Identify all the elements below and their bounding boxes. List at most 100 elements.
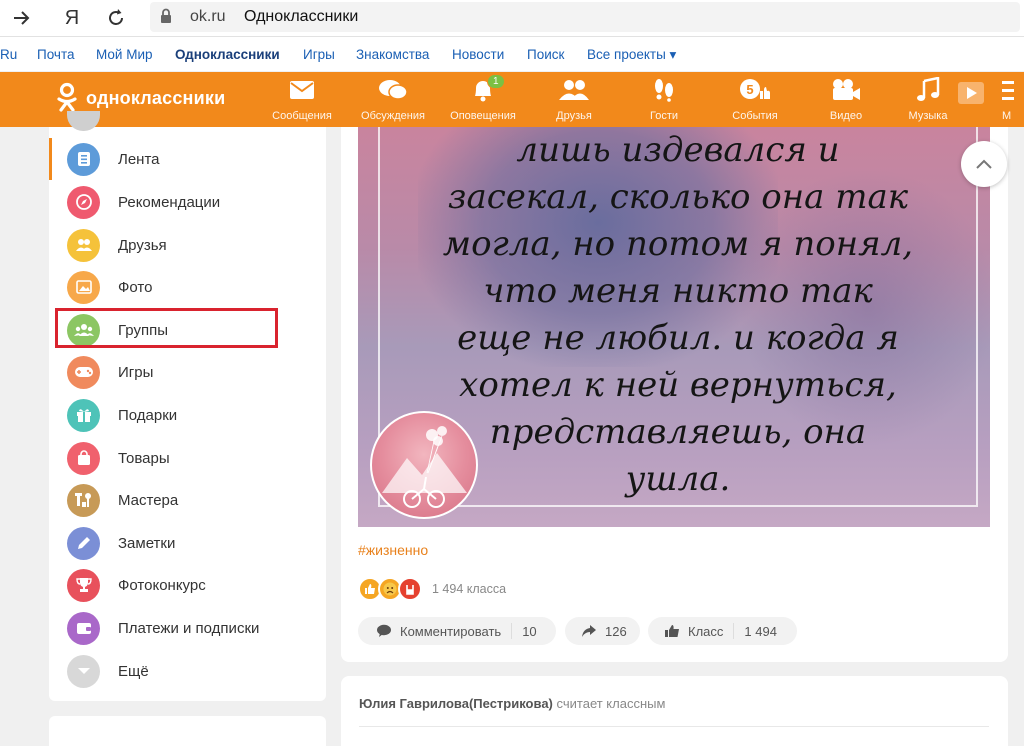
sidebar-item-friends[interactable]: Друзья — [49, 224, 326, 266]
sidebar-item-label: Рекомендации — [118, 193, 221, 211]
left-sidebar: Лента Рекомендации Друзья Фото Группы Иг… — [49, 111, 329, 701]
ok-logo-icon — [57, 82, 77, 112]
post-text-line: что меня никто так — [483, 271, 873, 311]
project-link-search[interactable]: Поиск — [527, 47, 564, 62]
comment-button[interactable]: Комментировать 10 — [358, 617, 556, 645]
sidebar-item-masters[interactable]: Мастера — [49, 479, 326, 521]
nav-more-label: М — [1002, 110, 1012, 122]
next-post-card: Юлия Гаврилова(Пестрикова) считает класс… — [341, 676, 1008, 746]
url-domain: ok.ru — [190, 8, 226, 25]
address-bar[interactable]: ok.ru Одноклассники — [150, 2, 1020, 32]
post-text-line: представляешь, она — [489, 412, 867, 452]
gift-icon — [67, 398, 100, 432]
sidebar-item-goods[interactable]: Товары — [49, 437, 326, 479]
envelope-icon — [290, 81, 314, 99]
rock-reaction-icon — [398, 577, 422, 601]
sidebar-item-gifts[interactable]: Подарки — [49, 394, 326, 436]
groups-highlight-frame — [55, 308, 278, 348]
photo-icon — [67, 270, 100, 304]
share-button[interactable]: 126 — [565, 617, 640, 645]
nav-music[interactable]: Музыка — [888, 76, 984, 122]
sidebar-item-recommendations[interactable]: Рекомендации — [49, 181, 326, 223]
share-count: 126 — [605, 623, 627, 639]
project-link-ru[interactable]: Ru — [0, 47, 17, 62]
post-image[interactable]: лишь издевался и засекал, сколько она та… — [358, 127, 990, 527]
nav-friends-label: Друзья — [556, 110, 592, 122]
footprints-icon — [655, 79, 673, 102]
ok-header: одноклассники Сообщения Обсуждения 1 Опо… — [0, 72, 1024, 127]
post-text-line: могла, но потом я понял, — [442, 224, 914, 264]
group-avatar[interactable] — [370, 411, 478, 519]
cyclist-balloons-icon — [382, 426, 467, 508]
post-text-line: засекал, сколько она так — [447, 177, 909, 217]
project-link-all-projects[interactable]: Все проекты ▾ — [587, 47, 676, 63]
play-icon — [958, 82, 984, 104]
sidebar-item-label: Друзья — [118, 236, 167, 254]
post-hashtag[interactable]: #жизненно — [358, 542, 428, 558]
project-link-news[interactable]: Новости — [452, 47, 504, 62]
nav-messages-label: Сообщения — [272, 110, 332, 122]
project-link-dating[interactable]: Знакомства — [356, 47, 429, 62]
nav-discussions[interactable]: Обсуждения — [353, 76, 433, 122]
sidebar-item-more[interactable]: Ещё — [49, 650, 326, 692]
video-camera-icon — [833, 79, 860, 100]
nav-friends[interactable]: Друзья — [534, 76, 614, 122]
nav-notifications-label: Оповещения — [450, 110, 516, 122]
author-action: считает классным — [556, 696, 666, 711]
divider — [359, 726, 989, 727]
sidebar-item-label: Фото — [118, 278, 153, 296]
scroll-to-top-button[interactable] — [961, 141, 1007, 187]
nav-discussions-label: Обсуждения — [361, 110, 425, 122]
project-link-mail[interactable]: Почта — [37, 47, 75, 62]
nav-events[interactable]: 5 События — [715, 76, 795, 122]
comment-count: 10 — [522, 623, 537, 639]
more-icon — [1002, 81, 1014, 100]
class-count-text: 1 494 класса — [432, 582, 507, 596]
sidebar-item-photo[interactable]: Фото — [49, 266, 326, 308]
nav-video[interactable]: Видео — [806, 76, 886, 122]
reactions-summary[interactable]: 1 494 класса — [358, 577, 506, 601]
comment-bubble-icon — [377, 624, 391, 637]
svg-text:5: 5 — [746, 82, 753, 97]
sidebar-item-notes[interactable]: Заметки — [49, 522, 326, 564]
bag-icon — [67, 441, 100, 475]
chevron-down-icon — [67, 654, 100, 688]
pencil-icon — [67, 526, 100, 560]
nav-notifications[interactable]: 1 Оповещения — [443, 74, 523, 122]
project-link-games[interactable]: Игры — [303, 47, 335, 62]
project-link-my-world[interactable]: Мой Мир — [96, 47, 153, 62]
ok-logo[interactable]: одноклассники — [56, 82, 225, 114]
browser-toolbar: Я ok.ru Одноклассники — [0, 0, 1024, 37]
chat-icon — [379, 80, 408, 100]
class-button[interactable]: Класс 1 494 — [648, 617, 797, 645]
share-arrow-icon — [582, 625, 596, 637]
post-text-line: еще не любил. и когда я — [457, 318, 899, 358]
yandex-icon[interactable]: Я — [58, 4, 86, 32]
class-label: Класс — [688, 623, 724, 639]
avatar-stub — [67, 111, 100, 131]
sidebar-item-payments[interactable]: Платежи и подписки — [49, 607, 326, 649]
sidebar-item-label: Подарки — [118, 406, 178, 424]
author-name[interactable]: Юлия Гаврилова(Пестрикова) — [359, 696, 553, 711]
nav-guests-label: Гости — [649, 110, 679, 122]
nav-messages[interactable]: Сообщения — [262, 76, 342, 122]
friends-icon — [67, 228, 100, 262]
divider — [733, 623, 735, 639]
ok-logo-text: одноклассники — [86, 87, 226, 108]
forward-arrow-icon[interactable] — [8, 4, 36, 32]
post-text-line: лишь издевался и — [516, 130, 840, 170]
sidebar-item-feed[interactable]: Лента — [49, 138, 329, 180]
nav-guests[interactable]: Гости — [624, 76, 704, 122]
reload-icon[interactable] — [102, 4, 130, 32]
nav-more[interactable]: М — [984, 76, 1024, 122]
sidebar-item-label: Ещё — [118, 662, 149, 680]
sidebar-item-label: Платежи и подписки — [118, 619, 260, 637]
project-link-ok[interactable]: Одноклассники — [175, 47, 280, 62]
friends-icon — [559, 80, 589, 100]
sidebar-item-photo-contest[interactable]: Фотоконкурс — [49, 564, 326, 606]
chevron-up-icon — [976, 159, 992, 169]
sidebar-item-games[interactable]: Игры — [49, 351, 326, 393]
nav-music-label: Музыка — [908, 110, 948, 122]
thumbs-up-icon — [665, 625, 679, 637]
class-count: 1 494 — [744, 623, 777, 639]
